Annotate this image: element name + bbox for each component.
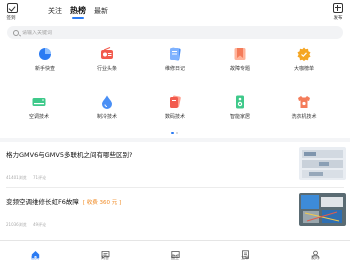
air-conditioner-icon — [32, 94, 46, 108]
search-icon — [13, 29, 19, 36]
article-thumbnail[interactable] — [299, 147, 346, 180]
article-comments: 71评论 — [33, 175, 47, 180]
article-meta: 41401浏览 71评论 — [6, 175, 51, 181]
tab-latest[interactable]: 最新 — [94, 6, 108, 16]
article-title-text: 变频空调维修长虹F6故障 — [6, 198, 79, 206]
bottom-navigation: 首页 问答 圈主 工单 我的 — [0, 240, 350, 263]
pager-dot — [176, 132, 178, 134]
article-meta: 21036浏览 49评论 — [6, 222, 51, 228]
water-drop-icon — [100, 94, 114, 109]
tab-hot[interactable]: 热榜 — [70, 5, 86, 19]
article-views: 41401浏览 — [6, 175, 27, 180]
article-views: 21036浏览 — [6, 222, 27, 227]
checkin-label: 签到 — [6, 16, 16, 21]
pie-chart-icon — [38, 46, 52, 60]
nav-qa[interactable]: 问答 — [90, 244, 120, 261]
category-smart-home[interactable]: 智能家居 — [215, 94, 265, 120]
pager-dot-active — [171, 132, 174, 134]
divider — [6, 187, 344, 188]
category-label: 数码技术 — [164, 114, 185, 120]
category-digital-tech[interactable]: 数码技术 — [150, 94, 200, 120]
article-title[interactable]: 格力GMV6与GMV5多联机之间有哪些区别? — [6, 149, 132, 159]
reward-badge: [ 收费 360 元 ] — [82, 200, 122, 206]
nav-home[interactable]: 首页 — [20, 244, 50, 261]
checkin-icon — [6, 3, 18, 13]
search-input[interactable] — [22, 29, 322, 36]
nav-circle[interactable]: 圈主 — [160, 244, 190, 261]
category-label: 新手快查 — [34, 66, 55, 72]
category-label: 制冷技术 — [96, 114, 117, 120]
category-industry-news[interactable]: 行业头条 — [82, 46, 132, 72]
section-separator — [0, 138, 350, 142]
category-ac-tech[interactable]: 空调技术 — [14, 94, 64, 120]
chat-icon — [101, 244, 110, 259]
notebook-icon — [168, 46, 182, 61]
checkin-button[interactable]: 签到 — [5, 3, 19, 21]
category-label: 维修日记 — [164, 66, 185, 72]
speaker-icon — [233, 94, 247, 109]
feed-tabs: 关注 热榜 最新 — [48, 5, 108, 19]
plus-icon — [333, 3, 343, 13]
grid-pager — [171, 132, 178, 134]
bookmark-icon — [233, 46, 247, 60]
nav-profile[interactable]: 我的 — [300, 244, 330, 261]
washing-machine-icon — [297, 94, 311, 108]
category-label: 空调技术 — [28, 114, 49, 120]
category-repair-diary[interactable]: 维修日记 — [150, 46, 200, 72]
article-item[interactable]: 格力GMV6与GMV5多联机之间有哪些区别? 41401浏览 71评论 — [6, 149, 346, 185]
article-item[interactable]: 变频空调维修长虹F6故障[ 收费 360 元 ] 21036浏览 49评论 — [6, 196, 346, 232]
category-newbie-lookup[interactable]: 新手快查 — [20, 46, 70, 72]
cards-icon — [168, 94, 182, 108]
nav-workorder[interactable]: 工单 — [230, 244, 260, 261]
article-title[interactable]: 变频空调维修长虹F6故障[ 收费 360 元 ] — [6, 196, 121, 206]
tab-follow[interactable]: 关注 — [48, 6, 62, 16]
category-label: 大咖榜单 — [293, 66, 314, 72]
document-icon — [241, 244, 250, 259]
article-comments: 49评论 — [33, 222, 47, 227]
badge-icon — [297, 46, 311, 61]
user-icon — [311, 244, 320, 259]
category-label: 智能家居 — [229, 114, 250, 120]
category-fault-topics[interactable]: 故障专题 — [215, 46, 265, 72]
home-icon — [31, 244, 40, 259]
mail-icon — [170, 244, 180, 258]
category-label: 洗衣机技术 — [291, 114, 317, 120]
category-washer-tech[interactable]: 洗衣机技术 — [279, 94, 329, 120]
article-thumbnail[interactable] — [299, 193, 346, 226]
category-label: 行业头条 — [96, 66, 117, 72]
category-label: 故障专题 — [229, 66, 250, 72]
category-refrigeration-tech[interactable]: 制冷技术 — [82, 94, 132, 120]
radio-icon — [100, 46, 114, 60]
search-bar[interactable] — [7, 26, 343, 39]
top-bar: 签到 关注 热榜 最新 发布 — [0, 0, 350, 24]
category-expert-ranking[interactable]: 大咖榜单 — [279, 46, 329, 72]
publish-button[interactable]: 发布 — [331, 3, 345, 21]
publish-label: 发布 — [333, 16, 343, 21]
